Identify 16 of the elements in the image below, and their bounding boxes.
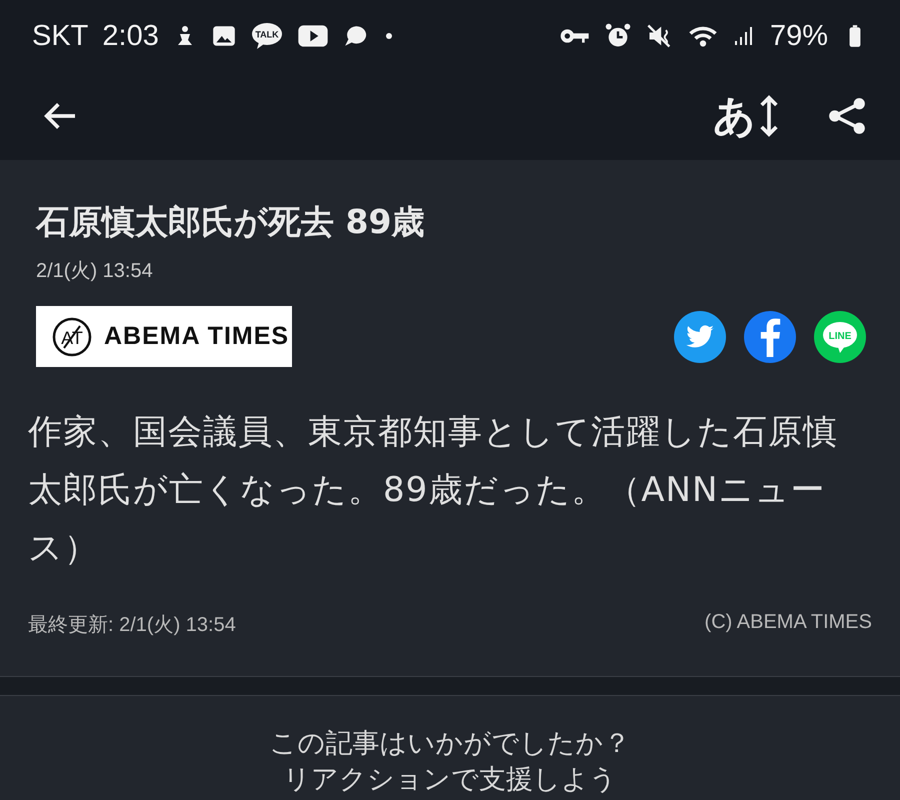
text-size-button[interactable]: あ	[713, 88, 780, 144]
carrier-label: SKT	[32, 20, 88, 52]
up-down-arrow-icon	[758, 94, 780, 138]
reaction-question: この記事はいかがでしたか？	[270, 727, 630, 761]
battery-percent: 79%	[770, 20, 828, 52]
share-button[interactable]	[826, 95, 868, 137]
article-title: 石原慎太郎氏が死去 89歳	[36, 201, 426, 243]
publish-date: 2/1(火) 13:54	[36, 259, 154, 284]
share-icon	[826, 95, 868, 137]
reaction-prompt: リアクションで支援しよう	[283, 763, 617, 797]
last-updated: 最終更新: 2/1(火) 13:54	[28, 613, 236, 638]
copyright-notice: (C) ABEMA TIMES	[704, 611, 872, 635]
facebook-share-button[interactable]	[744, 310, 796, 362]
clock: 2:03	[102, 20, 159, 52]
article-body: 作家、国会議員、東京都知事として活躍した石原慎太郎氏が亡くなった。89歳だった。（ANNニュース）	[28, 411, 839, 570]
twitter-share-button[interactable]	[674, 310, 726, 362]
